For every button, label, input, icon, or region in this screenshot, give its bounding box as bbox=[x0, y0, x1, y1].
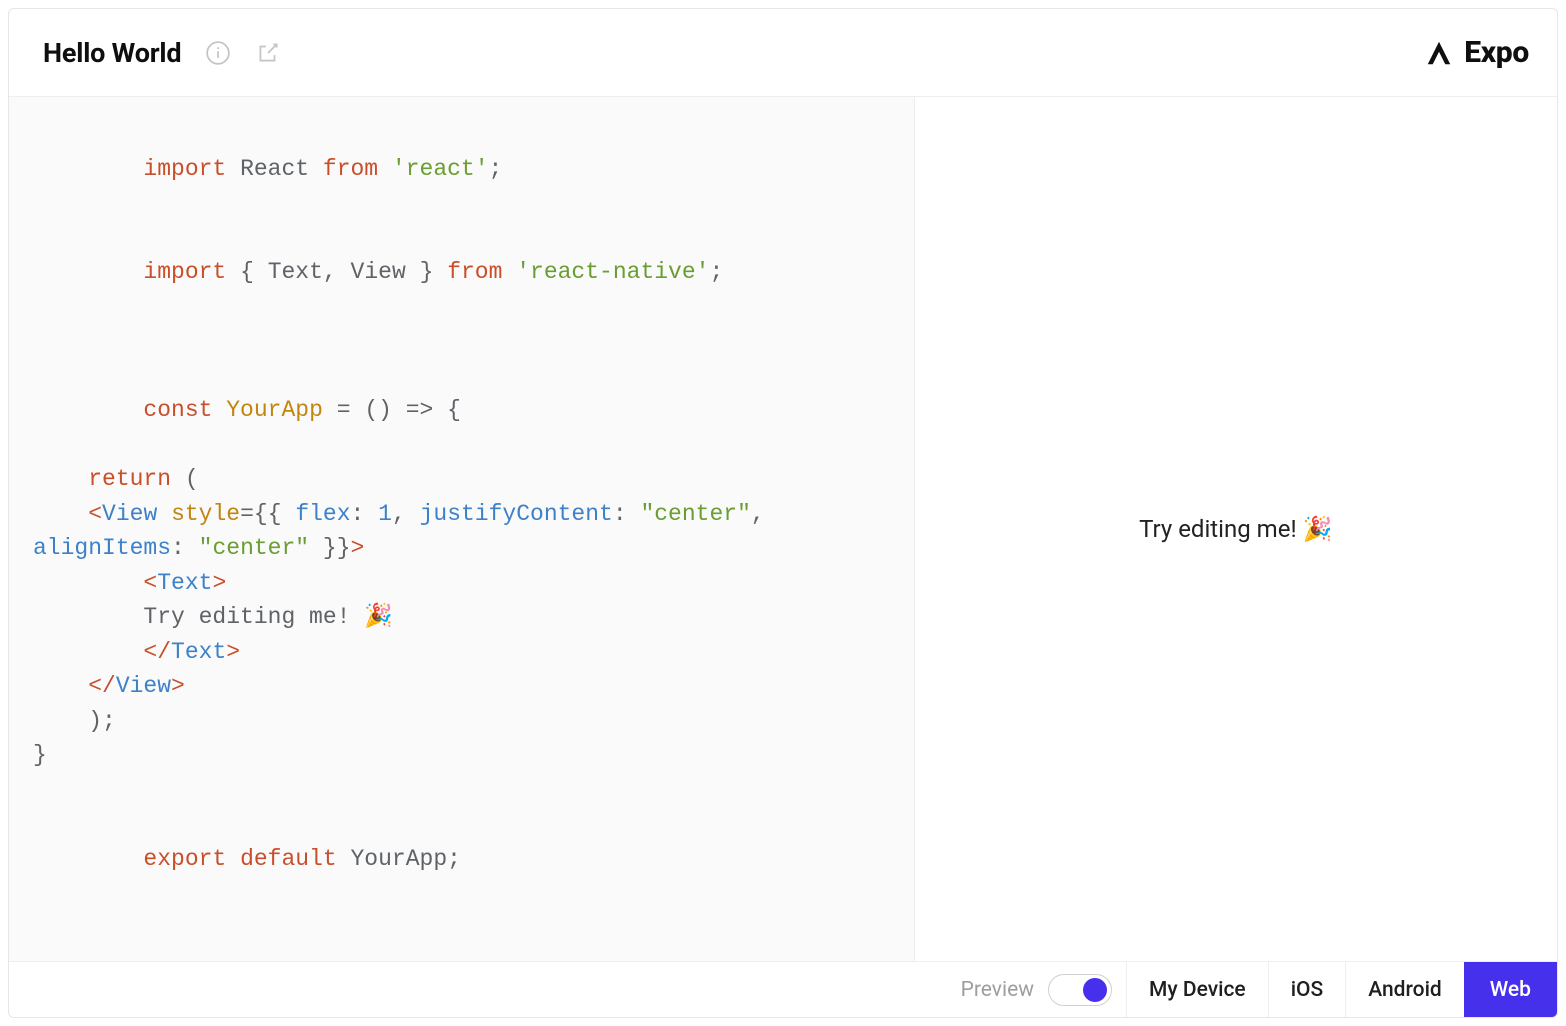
punct: ; bbox=[709, 259, 723, 285]
indent bbox=[33, 501, 88, 527]
kw-const: const bbox=[143, 397, 212, 423]
tag-name: View bbox=[102, 501, 157, 527]
footer: Preview My Device iOS Android Web bbox=[9, 961, 1557, 1017]
preview-label: Preview bbox=[961, 978, 1034, 1002]
ident: YourApp bbox=[351, 846, 448, 872]
tag-close: > bbox=[171, 673, 185, 699]
tag-open: < bbox=[143, 570, 157, 596]
punct: () bbox=[364, 397, 392, 423]
punct: { bbox=[447, 397, 461, 423]
punct: }} bbox=[323, 535, 351, 561]
punct: = bbox=[337, 397, 351, 423]
kw-from: from bbox=[447, 259, 502, 285]
app-preview: Try editing me! 🎉 bbox=[915, 97, 1557, 961]
punct: {{ bbox=[254, 501, 282, 527]
expo-logo-icon bbox=[1424, 38, 1454, 68]
tag-close: > bbox=[226, 639, 240, 665]
punct: ; bbox=[489, 156, 503, 182]
kw-import: import bbox=[143, 156, 226, 182]
tag-close: > bbox=[212, 570, 226, 596]
preview-toggle-group: Preview bbox=[947, 962, 1126, 1017]
tab-ios[interactable]: iOS bbox=[1268, 962, 1346, 1017]
punct: { bbox=[240, 259, 254, 285]
indent bbox=[33, 466, 88, 492]
tab-web[interactable]: Web bbox=[1464, 962, 1557, 1017]
ident-decl: YourApp bbox=[226, 397, 323, 423]
toggle-thumb bbox=[1083, 978, 1107, 1002]
punct: : bbox=[613, 501, 627, 527]
tag-open: </ bbox=[88, 673, 116, 699]
string: 'react' bbox=[392, 156, 489, 182]
jsx-text: Try editing me! 🎉 bbox=[143, 604, 392, 630]
brand-label: Expo bbox=[1464, 35, 1529, 70]
header: Hello World Expo bbox=[9, 9, 1557, 97]
ident: Text bbox=[268, 259, 323, 285]
kw-import: import bbox=[143, 259, 226, 285]
kw-export: export bbox=[143, 846, 226, 872]
code-editor[interactable]: import React from 'react'; import { Text… bbox=[9, 97, 915, 961]
prop-key: flex bbox=[295, 501, 350, 527]
snack-title: Hello World bbox=[43, 37, 181, 69]
ident: View bbox=[351, 259, 406, 285]
tag-name: Text bbox=[171, 639, 226, 665]
indent bbox=[33, 708, 88, 734]
main-split: import React from 'react'; import { Text… bbox=[9, 97, 1557, 961]
info-icon[interactable] bbox=[205, 40, 231, 66]
punct: } bbox=[33, 742, 47, 768]
punct: ; bbox=[447, 846, 461, 872]
tag-name: View bbox=[116, 673, 171, 699]
string: "center" bbox=[199, 535, 309, 561]
prop-key: alignItems bbox=[33, 535, 171, 561]
punct: => bbox=[406, 397, 434, 423]
punct: : bbox=[351, 501, 365, 527]
punct: , bbox=[323, 259, 337, 285]
tab-my-device[interactable]: My Device bbox=[1126, 962, 1268, 1017]
header-left: Hello World bbox=[43, 37, 281, 69]
punct: = bbox=[240, 501, 254, 527]
kw-from: from bbox=[323, 156, 378, 182]
tag-name: Text bbox=[157, 570, 212, 596]
punct: , bbox=[751, 501, 765, 527]
snack-container: Hello World Expo bbox=[8, 8, 1558, 1018]
prop-key: justifyContent bbox=[420, 501, 613, 527]
tag-close: > bbox=[351, 535, 365, 561]
indent bbox=[33, 604, 143, 630]
punct: : bbox=[171, 535, 185, 561]
indent bbox=[33, 570, 143, 596]
number: 1 bbox=[378, 501, 392, 527]
preview-text: Try editing me! 🎉 bbox=[1139, 515, 1332, 543]
punct: , bbox=[392, 501, 406, 527]
punct: } bbox=[420, 259, 434, 285]
brand[interactable]: Expo bbox=[1424, 35, 1529, 70]
preview-toggle[interactable] bbox=[1048, 974, 1112, 1006]
ident: React bbox=[240, 156, 309, 182]
indent bbox=[33, 639, 143, 665]
kw-return: return bbox=[88, 466, 171, 492]
kw-default: default bbox=[240, 846, 337, 872]
string: "center" bbox=[640, 501, 750, 527]
punct: ( bbox=[185, 466, 199, 492]
tag-open: </ bbox=[143, 639, 171, 665]
tag-attr: style bbox=[171, 501, 240, 527]
tab-android[interactable]: Android bbox=[1345, 962, 1464, 1017]
tag-open: < bbox=[88, 501, 102, 527]
string: 'react-native' bbox=[516, 259, 709, 285]
external-link-icon[interactable] bbox=[255, 40, 281, 66]
platform-tabs: My Device iOS Android Web bbox=[1126, 962, 1557, 1017]
indent bbox=[33, 673, 88, 699]
punct: ); bbox=[88, 708, 116, 734]
